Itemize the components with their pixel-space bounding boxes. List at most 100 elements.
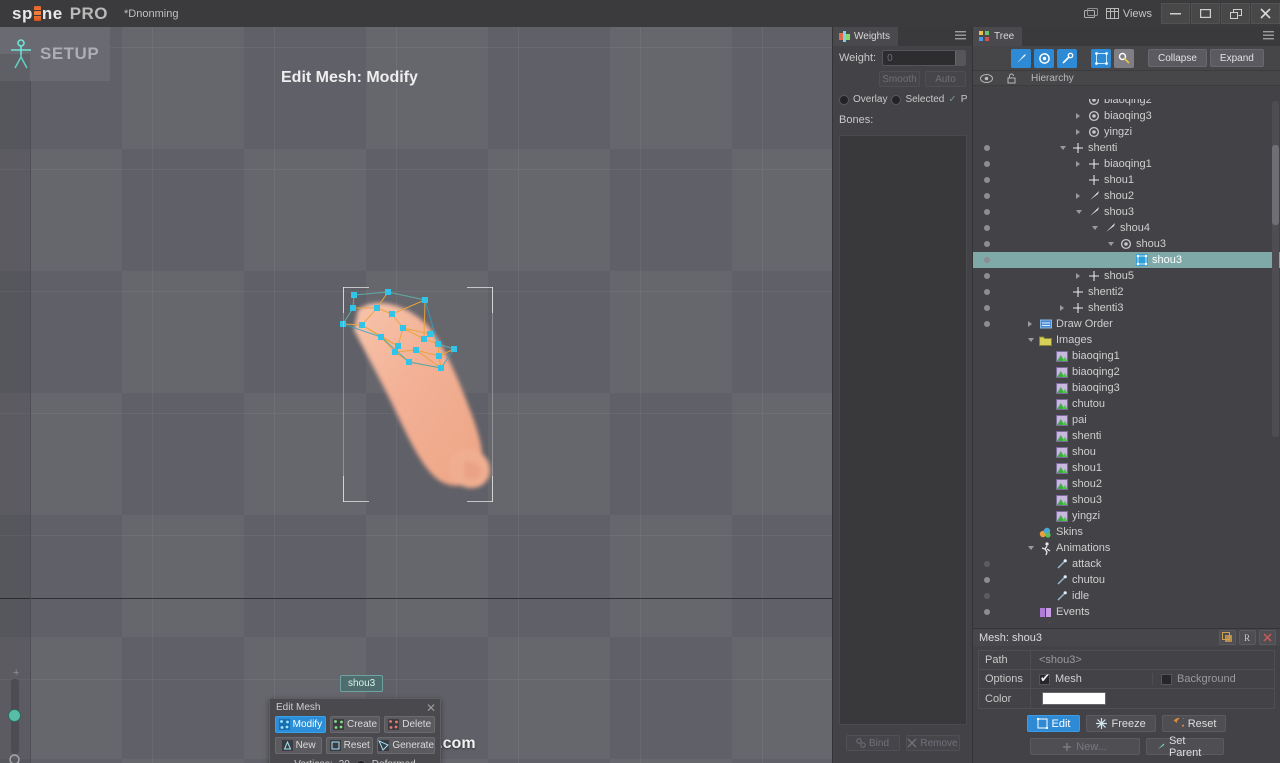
visibility-dot[interactable] [984,593,990,599]
weight-spinner[interactable] [955,51,965,65]
tree-item-biaoqing2[interactable]: biaoqing2 [973,364,1280,380]
visibility-dot[interactable] [984,257,990,263]
tree-item-pai[interactable]: pai [973,412,1280,428]
views-menu-button[interactable]: Views [1102,4,1160,24]
tree-item-shou3[interactable]: shou3 [973,204,1280,220]
tree-item-shenti[interactable]: shenti [973,140,1280,156]
expand-arrow[interactable] [1076,113,1080,119]
expand-arrow[interactable] [1076,210,1082,214]
tree-item-chutou[interactable]: chutou [973,396,1280,412]
tree-item-constraints[interactable]: Constraints [973,620,1280,623]
set-parent-button[interactable]: Set Parent [1145,735,1224,759]
eye-icon[interactable] [973,73,999,83]
close-button[interactable] [1251,3,1280,24]
bind-button[interactable]: Bind [845,735,900,751]
tree-item-attack[interactable]: attack [973,556,1280,572]
partial-checkbox[interactable]: ✓ [948,94,956,105]
background-option[interactable]: Background [1152,673,1274,685]
visibility-dot[interactable] [984,161,990,167]
visibility-dot[interactable] [984,289,990,295]
tab-weights[interactable]: Weights [833,27,898,46]
selection-bounding-box[interactable] [343,287,493,502]
tree-item-shenti[interactable]: shenti [973,428,1280,444]
tree-item-skins[interactable]: Skins [973,524,1280,540]
tree-item-biaoqing3[interactable]: biaoqing3 [973,380,1280,396]
edit-mesh-dialog[interactable]: Edit Mesh ✕ Modify Create Delete New Res… [269,698,441,763]
maximize-button[interactable] [1191,3,1220,24]
expand-arrow[interactable] [1028,546,1034,550]
visibility-dot[interactable] [984,561,990,567]
overlay-radio[interactable] [839,94,849,105]
tree-item-yingzi[interactable]: yingzi [973,508,1280,524]
collapse-button[interactable]: Collapse [1148,49,1207,67]
tree-item-yingzi[interactable]: yingzi [973,124,1280,140]
visibility-dot[interactable] [984,225,990,231]
zoom-slider[interactable] [8,679,21,754]
expand-arrow[interactable] [1076,273,1080,279]
tree-item-images[interactable]: Images [973,332,1280,348]
deformed-radio[interactable] [355,759,366,763]
visibility-dot[interactable] [984,305,990,311]
duplicate-icon[interactable] [1219,630,1236,645]
tree-item-biaoqing3[interactable]: biaoqing3 [973,108,1280,124]
weight-input[interactable]: 0 [882,50,966,66]
tree-item-biaoqing1[interactable]: biaoqing1 [973,348,1280,364]
background-checkbox[interactable] [1161,673,1172,685]
selected-radio[interactable] [891,94,902,105]
canvas-viewport[interactable]: SETUP Edit Mesh: Modify shou3 www.cgjoy.… [0,27,832,763]
expand-arrow[interactable] [1076,161,1080,167]
tab-tree[interactable]: Tree [973,27,1023,46]
close-icon[interactable]: ✕ [426,702,436,714]
magnifier-icon[interactable] [8,753,25,763]
visibility-dot[interactable] [984,577,990,583]
tree-item-shou3[interactable]: shou3 [973,492,1280,508]
create-button[interactable]: Create [329,716,381,733]
tree-item-shenti2[interactable]: shenti2 [973,284,1280,300]
visibility-dot[interactable] [984,321,990,327]
edit-button[interactable]: Edit [1026,715,1081,732]
tree-item-biaoqing2[interactable]: biaoqing2 [973,99,1280,108]
visibility-dot[interactable] [984,177,990,183]
tree-item-shou5[interactable]: shou5 [973,268,1280,284]
restore-button[interactable] [1221,3,1250,24]
bones-list[interactable] [839,135,967,725]
bone-tool-icon[interactable] [1011,48,1031,68]
visibility-dot[interactable] [984,209,990,215]
hamburger-icon[interactable] [955,30,972,43]
visibility-dot[interactable] [984,241,990,247]
tree-scrollbar[interactable] [1272,101,1279,437]
tree-scrollbar-thumb[interactable] [1272,145,1279,225]
expand-arrow[interactable] [1108,242,1114,246]
lock-icon[interactable] [999,73,1023,84]
ik-tool-icon[interactable] [1057,48,1077,68]
rename-icon[interactable]: R [1239,630,1256,645]
expand-arrow[interactable] [1060,305,1064,311]
generate-button[interactable]: Generate [377,737,436,754]
freeze-button[interactable]: Freeze [1086,715,1156,732]
expand-arrow[interactable] [1092,226,1098,230]
screen-icon[interactable] [1080,4,1102,24]
mesh-option[interactable]: ✔ Mesh [1031,672,1152,685]
tree-item-shenti3[interactable]: shenti3 [973,300,1280,316]
delete-icon[interactable] [1259,630,1276,645]
reset-button[interactable]: Reset [326,737,374,754]
new-attachment-button[interactable]: New... [1029,738,1140,755]
visibility-dot[interactable] [984,145,990,151]
tree-item-events[interactable]: Events [973,604,1280,620]
slot-tool-icon[interactable] [1034,48,1054,68]
modify-button[interactable]: Modify [275,716,326,733]
tree-item-shou4[interactable]: shou4 [973,220,1280,236]
tree-item-shou1[interactable]: shou1 [973,172,1280,188]
expand-arrow[interactable] [1028,338,1034,342]
visibility-dot[interactable] [984,609,990,615]
expand-arrow[interactable] [1076,129,1080,135]
tree-item-shou2[interactable]: shou2 [973,476,1280,492]
minimize-button[interactable] [1161,3,1190,24]
tree-item-shou[interactable]: shou [973,444,1280,460]
tree-item-animations[interactable]: Animations [973,540,1280,556]
key-tool-icon[interactable] [1114,48,1134,68]
visibility-dot[interactable] [984,193,990,199]
auto-button[interactable]: Auto [925,71,966,87]
tree-list[interactable]: biaoqing2 biaoqing3 yingzi shenti biaoqing1 s… [973,99,1280,623]
tree-item-biaoqing1[interactable]: biaoqing1 [973,156,1280,172]
